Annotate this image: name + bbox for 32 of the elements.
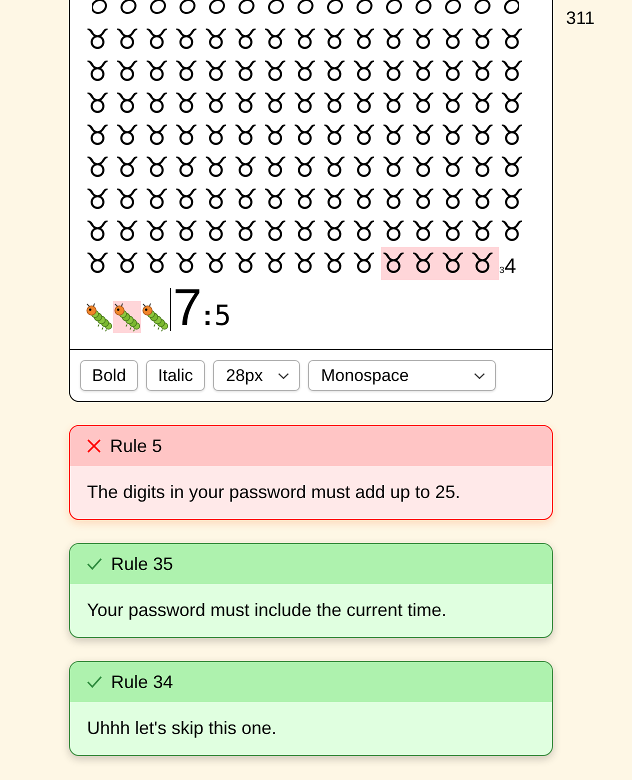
check-icon — [87, 676, 102, 688]
cross-icon — [87, 439, 101, 453]
rule-title: Rule 5 — [110, 436, 162, 456]
bold-button[interactable]: Bold — [80, 360, 138, 391]
password-text: ♉♉♉♉♉♉♉♉♉♉♉♉♉♉♉ — [85, 215, 530, 248]
password-text: ♉♉♉♉ — [381, 247, 500, 280]
chevron-down-icon — [278, 372, 289, 378]
password-text: ♉♉♉♉♉♉♉♉♉♉♉♉♉♉♉ — [85, 151, 530, 184]
character-count: 311 — [566, 8, 595, 28]
password-text: 3 — [499, 265, 504, 275]
text-cursor — [170, 288, 171, 331]
password-text: ♉♉♉♉♉♉♉♉♉♉♉♉♉♉♉ — [85, 183, 530, 216]
password-text: ♉♉♉♉♉♉♉♉♉♉♉♉♉♉♉ — [85, 55, 530, 88]
font-family-select[interactable]: Monospace — [308, 360, 496, 391]
rule-title: Rule 35 — [111, 554, 174, 574]
check-icon — [87, 558, 102, 570]
password-text: ♉♉♉♉♉♉♉♉♉♉♉♉♉♉♉ — [85, 23, 530, 56]
rule-title: Rule 34 — [111, 672, 174, 692]
password-text: ♉♉♉♉♉♉♉♉♉♉ — [85, 247, 382, 280]
rule-text: Uhhh let's skip this one. — [87, 718, 277, 739]
password-field[interactable]: ♉♉♉♉♉♉♉♉♉♉♉♉♉♉♉ ♉♉♉♉♉♉♉♉♉♉♉♉♉♉♉ ♉♉♉♉♉♉♉♉♉♉♉♉♉♉♉ ♉♉♉♉♉♉♉♉♉♉♉♉♉♉♉ ♉♉♉♉♉♉♉♉♉♉♉♉♉♉♉ ♉♉♉♉♉♉♉♉♉♉♉♉♉♉♉ ♉♉♉♉♉♉♉♉♉♉♉♉♉♉♉ ♉♉♉♉♉♉♉♉♉♉♉♉♉♉34 7:5 — [70, 0, 552, 350]
password-text: ♉♉♉♉♉♉♉♉♉♉♉♉♉♉♉ — [85, 119, 530, 152]
rule-text: The digits in your password must add up to 25. — [87, 482, 460, 503]
password-text: 7 — [173, 279, 202, 337]
font-size-select[interactable]: 28px — [213, 360, 300, 391]
password-text: ♉♉♉♉♉♉♉♉♉♉♉♉♉♉♉ — [85, 87, 530, 120]
password-text: 5 — [214, 299, 232, 332]
rule-text: Your password must include the current time. — [87, 600, 447, 621]
italic-button[interactable]: Italic — [146, 360, 205, 391]
password-text: 4 — [504, 255, 516, 278]
chevron-down-icon — [474, 372, 485, 378]
password-text: : — [202, 300, 212, 331]
